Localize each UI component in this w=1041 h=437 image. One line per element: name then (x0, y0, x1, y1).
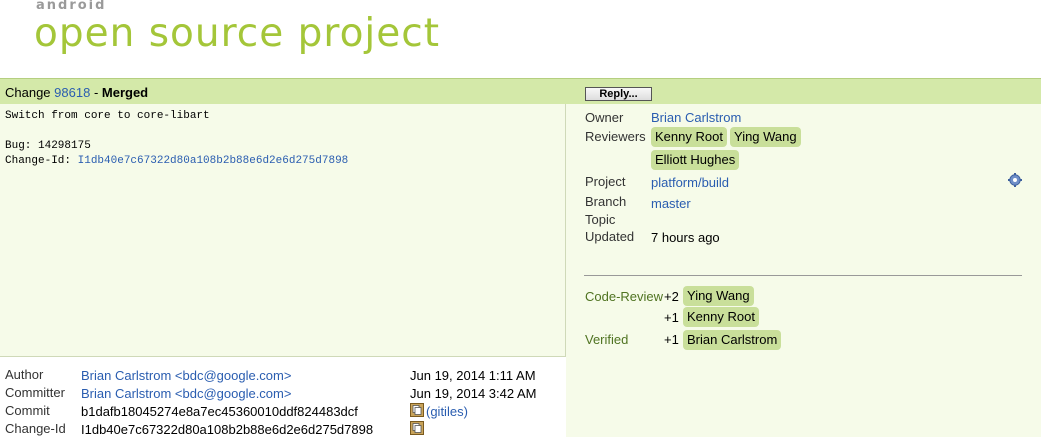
updated-value: 7 hours ago (651, 230, 720, 245)
vote-score: +1 (664, 310, 679, 325)
change-header-bar: Change 98618 - Merged Reply... (0, 78, 1041, 104)
topic-label: Topic (585, 212, 616, 227)
divider (584, 275, 1022, 276)
change-title: Change 98618 - Merged (5, 85, 148, 100)
reviewer-chip[interactable]: Kenny Root (651, 127, 727, 147)
committer-label: Committer (5, 385, 65, 400)
commit-bug-line: Bug: 14298175 (5, 140, 91, 152)
commit-label: Commit (5, 403, 50, 418)
reviewer-chip[interactable]: Ying Wang (730, 127, 801, 147)
commit-info-right-blank (566, 357, 1041, 437)
vote-score: +2 (664, 289, 679, 304)
change-number-link[interactable]: 98618 (54, 85, 90, 100)
voter-chip[interactable]: Kenny Root (683, 307, 759, 327)
reviewer-chip[interactable]: Elliott Hughes (651, 150, 740, 170)
commit-message: Switch from core to core-libart Bug: 142… (5, 109, 348, 169)
code-review-label: Code-Review (585, 289, 664, 304)
commit-info-table: Author Brian Carlstrom <bdc@google.com> … (0, 357, 566, 437)
project-label: Project (585, 174, 626, 189)
commit-message-panel: Switch from core to core-libart Bug: 142… (0, 104, 566, 357)
gear-icon[interactable] (1008, 173, 1022, 187)
owner-label: Owner (585, 110, 624, 125)
change-id-label: Change-Id (5, 421, 66, 436)
updated-label: Updated (585, 229, 635, 244)
committer-link[interactable]: Brian Carlstrom <bdc@google.com> (81, 386, 291, 401)
change-id-value: I1db40e7c67322d80a108b2b88e6d2e6d275d789… (81, 422, 374, 437)
copy-icon[interactable] (410, 421, 424, 435)
author-link[interactable]: Brian Carlstrom <bdc@google.com> (81, 368, 291, 383)
voter-chip[interactable]: Brian Carlstrom (683, 330, 782, 350)
change-label: Change (5, 85, 51, 100)
reply-button[interactable]: Reply... (585, 87, 652, 101)
change-info-panel: Owner Brian Carlstrom Reviewers Kenny Ro… (566, 104, 1041, 357)
committer-date: Jun 19, 2014 3:42 AM (410, 386, 537, 401)
author-date: Jun 19, 2014 1:11 AM (410, 368, 536, 383)
project-link[interactable]: platform/build (651, 175, 729, 190)
commit-change-id-label: Change-Id: (5, 155, 78, 167)
vote-score: +1 (664, 332, 679, 347)
branch-link[interactable]: master (651, 196, 691, 211)
change-separator: - (90, 85, 102, 100)
reviewers-label: Reviewers (585, 129, 646, 144)
commit-hash: b1dafb18045274e8a7ec45360010ddf824483dcf (81, 404, 358, 419)
author-label: Author (5, 367, 44, 382)
gitiles-link[interactable]: (gitiles) (426, 404, 468, 419)
verified-label: Verified (585, 332, 629, 347)
logo-title: open source project (34, 11, 440, 56)
change-status: Merged (101, 85, 149, 100)
commit-change-id-link[interactable]: I1db40e7c67322d80a108b2b88e6d2e6d275d789… (78, 155, 349, 167)
site-logo[interactable]: android open source project (18, 0, 440, 60)
voter-chip[interactable]: Ying Wang (683, 286, 754, 306)
commit-subject: Switch from core to core-libart (5, 110, 210, 122)
copy-icon[interactable] (410, 403, 424, 417)
branch-label: Branch (585, 194, 627, 209)
owner-link[interactable]: Brian Carlstrom (651, 110, 741, 125)
